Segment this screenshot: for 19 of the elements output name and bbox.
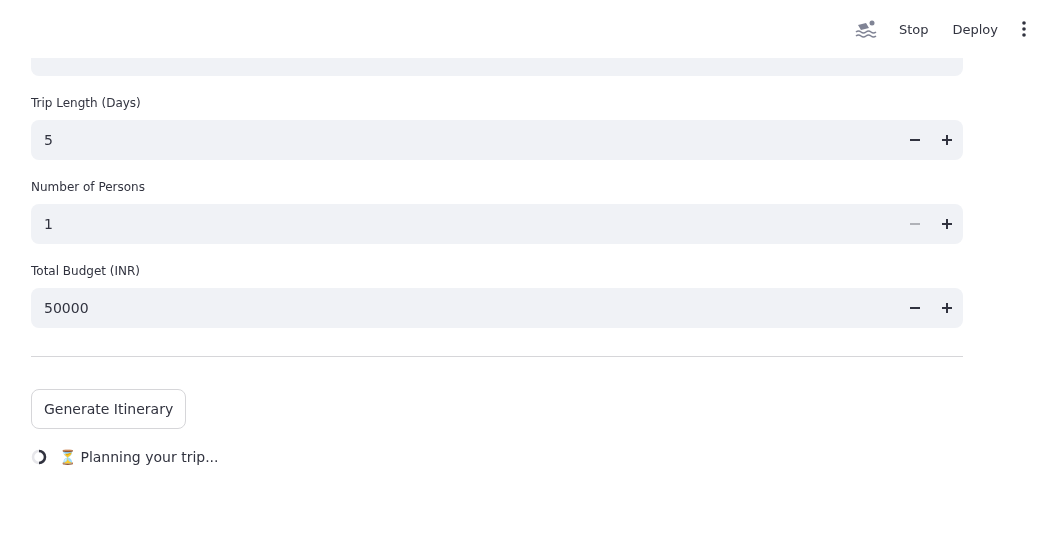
field-label: Number of Persons [31, 180, 146, 196]
deploy-button[interactable]: Deploy [942, 17, 1008, 41]
minus-icon [910, 139, 920, 141]
minus-icon [910, 307, 920, 309]
number-field[interactable]: 5 [31, 120, 963, 160]
number-field[interactable]: 50000 [31, 288, 963, 328]
plus-icon [942, 303, 952, 313]
number-field[interactable]: 1 [31, 204, 963, 244]
plus-icon [942, 135, 952, 145]
more-menu-icon[interactable] [1022, 21, 1026, 37]
swimmer-icon [854, 19, 877, 39]
generate-itinerary-button[interactable]: Generate Itinerary [31, 389, 187, 429]
stop-button[interactable]: Stop [888, 17, 939, 41]
minus-icon [910, 223, 920, 225]
field-label: Trip Length (Days) [31, 96, 142, 112]
field-label: Total Budget (INR) [31, 264, 142, 280]
status-text: ⏳ Planning your trip... [59, 449, 219, 465]
spinner-icon [31, 449, 47, 465]
plus-icon [942, 219, 952, 229]
